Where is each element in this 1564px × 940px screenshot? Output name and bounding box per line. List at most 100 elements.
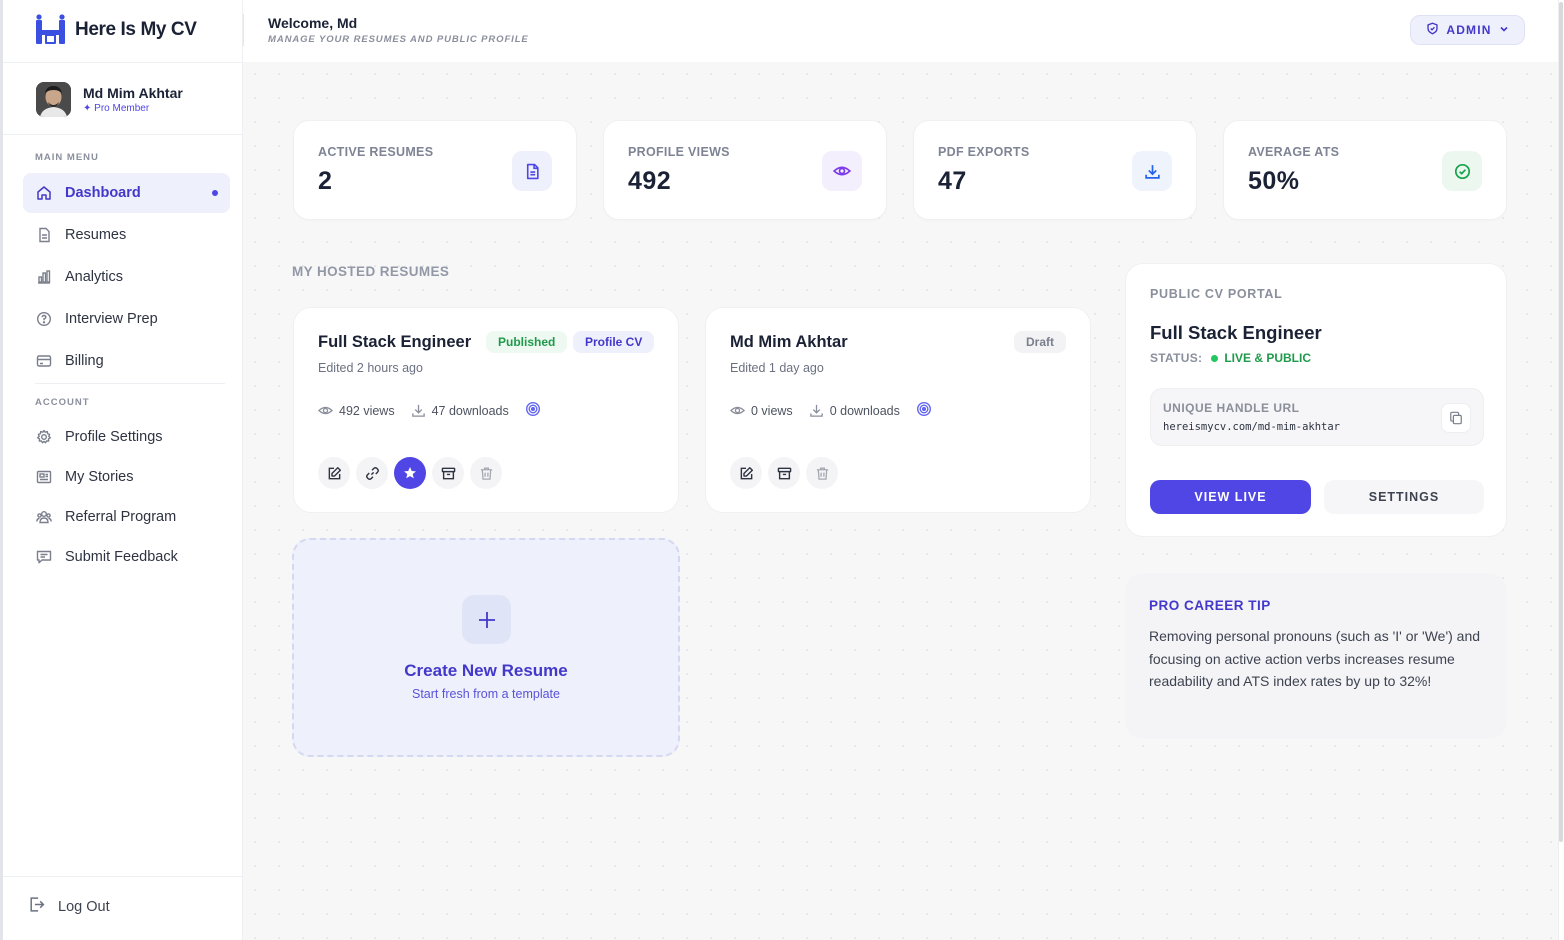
archive-button[interactable] — [768, 457, 800, 489]
admin-role-dropdown[interactable]: ADMIN — [1410, 15, 1525, 45]
user-name: Md Mim Akhtar — [83, 85, 183, 101]
edit-button[interactable] — [730, 457, 762, 489]
edit-icon — [740, 466, 753, 479]
portal-resume-title: Full Stack Engineer — [1150, 322, 1322, 343]
live-indicator-dot — [1211, 354, 1219, 362]
shield-icon — [1426, 22, 1439, 38]
target-icon — [916, 401, 932, 420]
url-label: UNIQUE HANDLE URL — [1163, 401, 1300, 415]
stat-card-profile-views: PROFILE VIEWS 492 — [603, 120, 887, 220]
status-badge-draft: Draft — [1014, 331, 1067, 353]
admin-label: ADMIN — [1446, 23, 1492, 37]
create-resume-title: Create New Resume — [404, 661, 568, 680]
home-icon — [35, 185, 52, 202]
user-profile[interactable]: Md Mim Akhtar ✦ Pro Member — [36, 82, 183, 117]
welcome-title: Welcome, Md — [268, 15, 358, 31]
divider — [3, 876, 243, 877]
document-icon — [35, 227, 52, 244]
nav-label: Submit Feedback — [65, 549, 178, 565]
logout-icon — [28, 896, 45, 917]
delete-button[interactable] — [470, 457, 502, 489]
tip-heading: PRO CAREER TIP — [1149, 598, 1271, 613]
copy-link-button[interactable] — [356, 457, 388, 489]
archive-icon — [777, 467, 791, 479]
public-cv-portal-card: PUBLIC CV PORTAL Full Stack Engineer STA… — [1125, 263, 1507, 537]
nav-label: Dashboard — [65, 185, 141, 201]
users-icon — [35, 509, 52, 526]
stat-label: AVERAGE ATS — [1248, 145, 1340, 159]
views-stat: 492 views — [318, 403, 395, 418]
edit-button[interactable] — [318, 457, 350, 489]
nav-item-submit-feedback[interactable]: Submit Feedback — [23, 537, 230, 577]
eye-icon — [822, 151, 862, 191]
resume-card[interactable]: Md Mim Akhtar Draft Edited 1 day ago 0 v… — [705, 307, 1091, 513]
portal-settings-button[interactable]: SETTINGS — [1324, 480, 1484, 514]
copy-icon — [1450, 411, 1462, 425]
stat-card-active-resumes: ACTIVE RESUMES 2 — [293, 120, 577, 220]
nav-label: Profile Settings — [65, 429, 163, 445]
resume-edited-time: Edited 1 day ago — [730, 361, 824, 375]
logout-button[interactable]: Log Out — [28, 896, 110, 917]
resume-card[interactable]: Full Stack Engineer Published Profile CV… — [293, 307, 679, 513]
stat-label: ACTIVE RESUMES — [318, 145, 434, 159]
eye-icon — [318, 406, 333, 415]
tip-body: Removing personal pronouns (such as 'I' … — [1149, 628, 1481, 689]
copy-url-button[interactable] — [1441, 403, 1471, 433]
sidebar: Here Is My CV Md Mim Akhtar ✦ Pro Member… — [0, 0, 243, 940]
membership-badge: ✦ Pro Member — [83, 103, 150, 114]
archive-button[interactable] — [432, 457, 464, 489]
chevron-down-icon — [1499, 23, 1509, 37]
delete-button[interactable] — [806, 457, 838, 489]
nav-label: Analytics — [65, 269, 124, 285]
stat-value: 2 — [318, 167, 333, 195]
newspaper-icon — [35, 469, 52, 486]
portal-heading: PUBLIC CV PORTAL — [1150, 287, 1283, 301]
welcome-block: Welcome, Md MANAGE YOUR RESUMES AND PUBL… — [268, 15, 529, 45]
downloads-stat: 0 downloads — [809, 403, 900, 418]
resume-title: Full Stack Engineer — [318, 333, 472, 351]
nav-item-interview-prep[interactable]: Interview Prep — [23, 299, 230, 339]
check-circle-icon — [1442, 151, 1482, 191]
resume-title: Md Mim Akhtar — [730, 333, 848, 351]
downloads-count: 47 downloads — [431, 403, 509, 418]
url-value[interactable]: hereismycv.com/md-mim-akhtar — [1163, 421, 1340, 433]
resume-actions — [318, 457, 502, 489]
message-icon — [35, 549, 52, 566]
divider — [3, 134, 243, 135]
stat-value: 492 — [628, 167, 672, 195]
brand-logo[interactable]: Here Is My CV — [34, 13, 197, 47]
stat-value: 50% — [1248, 167, 1300, 195]
views-stat: 0 views — [730, 403, 793, 418]
stat-label: PDF EXPORTS — [938, 145, 1030, 159]
page-scrollbar[interactable] — [1558, 0, 1564, 940]
nav-label: My Stories — [65, 469, 134, 485]
create-resume-subtitle: Start fresh from a template — [412, 687, 560, 701]
view-live-button[interactable]: VIEW LIVE — [1150, 480, 1311, 514]
nav-label: Interview Prep — [65, 311, 158, 327]
portal-status: STATUS: LIVE & PUBLIC — [1150, 351, 1311, 365]
stat-card-average-ats: AVERAGE ATS 50% — [1223, 120, 1507, 220]
edit-icon — [328, 466, 341, 479]
status-badge-published: Published — [486, 331, 568, 353]
logout-label: Log Out — [58, 898, 110, 915]
divider — [35, 383, 225, 384]
pro-career-tip-card: PRO CAREER TIP Removing personal pronoun… — [1125, 573, 1507, 739]
resume-stats: 0 views 0 downloads — [730, 401, 932, 420]
nav-item-my-stories[interactable]: My Stories — [23, 457, 230, 497]
nav-item-profile-settings[interactable]: Profile Settings — [23, 417, 230, 457]
nav-item-resumes[interactable]: Resumes — [23, 215, 230, 255]
divider — [243, 14, 244, 46]
nav-item-referral-program[interactable]: Referral Program — [23, 497, 230, 537]
nav-item-analytics[interactable]: Analytics — [23, 257, 230, 297]
create-new-resume-card[interactable]: Create New Resume Start fresh from a tem… — [292, 538, 680, 757]
document-icon — [512, 151, 552, 191]
nav-item-billing[interactable]: Billing — [23, 341, 230, 381]
nav-label: Billing — [65, 353, 104, 369]
scrollbar-thumb[interactable] — [1559, 2, 1563, 842]
set-profile-cv-button[interactable] — [394, 457, 426, 489]
download-icon — [1132, 151, 1172, 191]
target-icon — [525, 401, 541, 420]
resume-edited-time: Edited 2 hours ago — [318, 361, 423, 375]
downloads-count: 0 downloads — [829, 403, 900, 418]
nav-item-dashboard[interactable]: Dashboard — [23, 173, 230, 213]
